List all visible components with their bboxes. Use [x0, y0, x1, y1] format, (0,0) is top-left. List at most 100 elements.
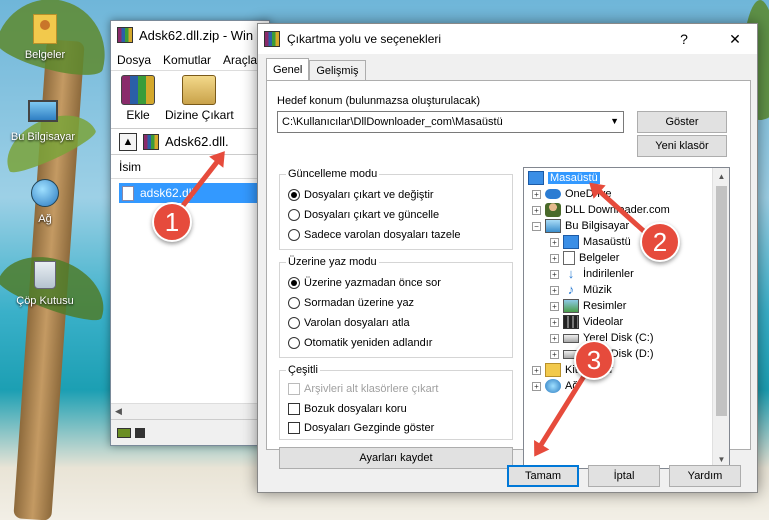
save-settings-button[interactable]: Ayarları kaydet [279, 447, 513, 469]
misc-group: Çeşitli Arşivleri alt klasörlere çıkart … [279, 364, 513, 440]
winrar-icon [117, 27, 133, 43]
menu-tools[interactable]: Araçla [223, 53, 257, 67]
new-folder-button[interactable]: Yeni klasör [637, 135, 727, 157]
add-button[interactable]: Ekle [121, 75, 155, 122]
tree-item-pictures[interactable]: + Resimler [550, 298, 626, 314]
user-icon [545, 203, 561, 217]
radio-selected [288, 189, 300, 201]
folder-icon [33, 14, 57, 44]
extract-dialog: Çıkartma yolu ve seçenekleri ? ✕ Genel G… [257, 23, 758, 493]
checkbox [288, 422, 300, 434]
tree-item-this-pc[interactable]: − Bu Bilgisayar [532, 218, 629, 234]
expand-icon[interactable]: + [550, 333, 559, 343]
expand-icon[interactable]: + [550, 269, 559, 279]
checkbox-show-in-explorer[interactable]: Dosyaları Gezginde göster [288, 422, 434, 434]
expand-icon[interactable]: + [550, 285, 559, 295]
scroll-up-icon[interactable]: ▲ [713, 168, 729, 185]
extract-to-button[interactable]: Dizine Çıkart [165, 75, 234, 122]
tree-item-user[interactable]: + DLL Downloader.com [532, 202, 670, 218]
column-header-name[interactable]: İsim [111, 155, 269, 179]
checkbox [288, 383, 300, 395]
expand-icon[interactable]: + [550, 301, 559, 311]
key-icon [135, 427, 145, 438]
destination-path-combobox[interactable]: C:\Kullanıcılar\DllDownloader_com\Masaüs… [277, 111, 624, 133]
up-arrow-icon: ▲ [122, 135, 134, 148]
radio-selected [288, 277, 300, 289]
menu-commands[interactable]: Komutlar [163, 53, 211, 67]
radio-freshen-existing[interactable]: Sadece varolan dosyaları tazele [288, 229, 461, 241]
winrar-menubar: Dosya Komutlar Araçla [111, 49, 269, 71]
expand-icon[interactable]: + [550, 253, 559, 263]
scroll-left-icon: ◀ [115, 406, 122, 416]
winrar-titlebar[interactable]: Adsk62.dll.zip - Win [111, 21, 269, 49]
radio-unselected [288, 297, 300, 309]
radio-ask-before-overwrite[interactable]: Üzerine yazmadan önce sor [288, 277, 441, 289]
expand-icon[interactable]: + [532, 381, 541, 391]
document-icon [563, 251, 575, 265]
radio-skip-existing[interactable]: Varolan dosyaları atla [288, 317, 410, 329]
help-button[interactable]: Yardım [669, 465, 741, 487]
extract-icon [182, 75, 217, 105]
expand-icon[interactable]: + [550, 237, 559, 247]
overwrite-mode-title: Üzerine yaz modu [286, 256, 379, 268]
step-marker-2: 2 [640, 222, 680, 262]
scrollbar-thumb[interactable] [716, 186, 727, 416]
tab-general[interactable]: Genel [266, 58, 310, 80]
close-button[interactable]: ✕ [713, 24, 757, 54]
network-icon [545, 379, 561, 393]
expand-icon[interactable]: + [532, 205, 541, 215]
menu-file[interactable]: Dosya [117, 53, 151, 67]
radio-unselected [288, 209, 300, 221]
cloud-icon [545, 189, 561, 199]
help-title-button[interactable]: ? [662, 24, 706, 54]
horizontal-scrollbar[interactable]: ◀ [111, 403, 269, 419]
download-icon: ↓ [567, 266, 575, 281]
radio-unselected [288, 317, 300, 329]
tree-item-music[interactable]: + ♪ Müzik [550, 282, 612, 298]
tree-vertical-scrollbar[interactable]: ▲ ▼ [712, 168, 729, 468]
step-marker-3: 3 [574, 340, 614, 380]
collapse-icon[interactable]: − [532, 221, 541, 231]
expand-icon[interactable]: + [532, 189, 541, 199]
update-mode-group: Güncelleme modu Dosyaları çıkart ve deği… [279, 168, 513, 250]
dialog-titlebar[interactable]: Çıkartma yolu ve seçenekleri ? ✕ [258, 24, 757, 54]
winrar-pathbar: ▲ Adsk62.dll. [111, 129, 269, 155]
checkbox-extract-to-subfolders[interactable]: Arşivleri alt klasörlere çıkart [288, 383, 438, 395]
expand-icon[interactable]: + [550, 317, 559, 327]
expand-icon[interactable]: + [550, 349, 559, 359]
radio-extract-update[interactable]: Dosyaları çıkart ve güncelle [288, 209, 439, 221]
winrar-icon [264, 31, 280, 47]
radio-extract-replace[interactable]: Dosyaları çıkart ve değiştir [288, 189, 434, 201]
radio-overwrite-without-prompt[interactable]: Sormadan üzerine yaz [288, 297, 414, 309]
update-mode-title: Güncelleme modu [286, 168, 380, 180]
cancel-button[interactable]: İptal [588, 465, 660, 487]
overwrite-mode-group: Üzerine yaz modu Üzerine yazmadan önce s… [279, 256, 513, 358]
drive-status-icon [117, 427, 131, 438]
tree-item-documents[interactable]: + Belgeler [550, 250, 619, 266]
add-archive-icon [121, 75, 155, 105]
radio-rename-automatically[interactable]: Otomatik yeniden adlandır [288, 337, 432, 349]
up-folder-button[interactable]: ▲ [119, 132, 137, 151]
winrar-window: Adsk62.dll.zip - Win Dosya Komutlar Araç… [110, 20, 270, 446]
desktop-icon [563, 235, 579, 249]
expand-icon[interactable]: + [532, 365, 541, 375]
drive-icon [563, 333, 579, 343]
radio-unselected [288, 337, 300, 349]
winrar-statusbar [111, 419, 269, 445]
winrar-title: Adsk62.dll.zip - Win [139, 27, 254, 43]
tree-item-desktop-sub[interactable]: + Masaüstü [550, 234, 631, 250]
tab-advanced[interactable]: Gelişmiş [309, 60, 366, 80]
recycle-bin-icon [34, 261, 56, 289]
desktop-icon-network[interactable]: Ağ [10, 176, 80, 225]
ok-button[interactable]: Tamam [507, 465, 579, 487]
videos-icon [563, 315, 579, 329]
chevron-down-icon[interactable]: ▼ [610, 116, 619, 126]
desktop-icon-documents[interactable]: Belgeler [10, 12, 80, 61]
destination-path-value: C:\Kullanıcılar\DllDownloader_com\Masaüs… [282, 116, 503, 128]
tree-item-downloads[interactable]: + ↓ İndirilenler [550, 266, 634, 282]
checkbox-keep-broken-files[interactable]: Bozuk dosyaları koru [288, 403, 407, 415]
desktop-icon-recycle-bin[interactable]: Çöp Kutusu [10, 258, 80, 307]
show-button[interactable]: Göster [637, 111, 727, 133]
tree-item-videos[interactable]: + Videolar [550, 314, 623, 330]
desktop-icon-this-pc[interactable]: Bu Bilgisayar [8, 94, 78, 143]
